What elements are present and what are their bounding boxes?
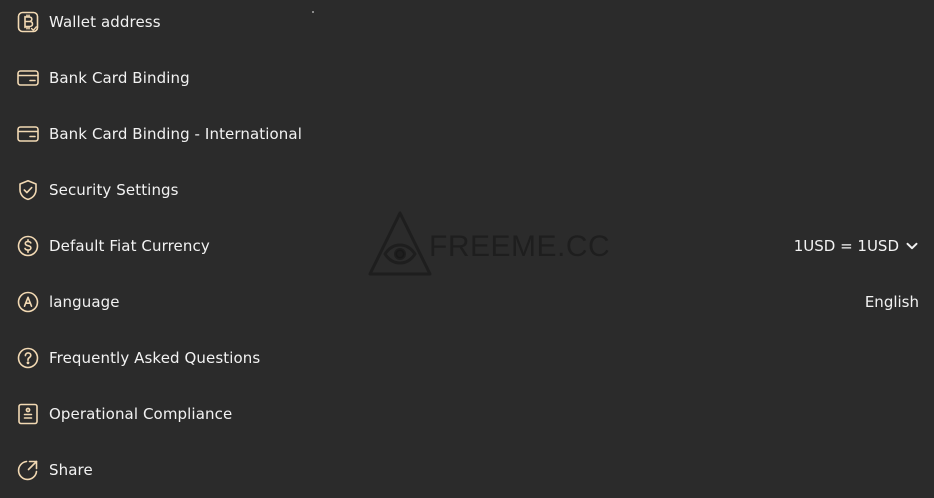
chevron-down-icon: [906, 242, 918, 250]
menu-item-bank-card-binding-international[interactable]: Bank Card Binding - International: [0, 106, 934, 162]
menu-item-bank-card-binding[interactable]: Bank Card Binding: [0, 50, 934, 106]
bank-card-icon: [17, 123, 39, 145]
menu-item-faq[interactable]: Frequently Asked Questions: [0, 330, 934, 386]
menu-item-label: Frequently Asked Questions: [49, 349, 261, 367]
bank-card-icon: [17, 67, 39, 89]
settings-menu: Wallet address Bank Card Binding Bank Ca…: [0, 0, 934, 498]
menu-item-label: Bank Card Binding - International: [49, 125, 302, 143]
language-value: English: [864, 293, 919, 311]
menu-item-language[interactable]: language English: [0, 274, 934, 330]
decorative-dot: [312, 11, 314, 13]
compliance-document-icon: [17, 403, 39, 425]
menu-item-label: Security Settings: [49, 181, 179, 199]
menu-item-security-settings[interactable]: Security Settings: [0, 162, 934, 218]
bitcoin-wallet-icon: [17, 11, 39, 33]
question-circle-icon: [17, 347, 39, 369]
menu-item-label: Bank Card Binding: [49, 69, 190, 87]
dollar-circle-icon: [17, 235, 39, 257]
currency-value: 1USD = 1USD: [793, 237, 899, 255]
menu-item-default-fiat-currency[interactable]: Default Fiat Currency 1USD = 1USD: [0, 218, 934, 274]
menu-item-operational-compliance[interactable]: Operational Compliance: [0, 386, 934, 442]
menu-item-label: language: [49, 293, 120, 311]
menu-item-label: Operational Compliance: [49, 405, 233, 423]
menu-item-share[interactable]: Share: [0, 442, 934, 498]
language-a-icon: [17, 291, 39, 313]
share-icon: [17, 459, 39, 481]
menu-item-label: Wallet address: [49, 13, 161, 31]
menu-item-label: Default Fiat Currency: [49, 237, 210, 255]
currency-selector[interactable]: 1USD = 1USD: [794, 218, 919, 274]
menu-item-wallet-address[interactable]: Wallet address: [0, 0, 934, 50]
shield-check-icon: [17, 179, 39, 201]
menu-item-label: Share: [49, 461, 93, 479]
